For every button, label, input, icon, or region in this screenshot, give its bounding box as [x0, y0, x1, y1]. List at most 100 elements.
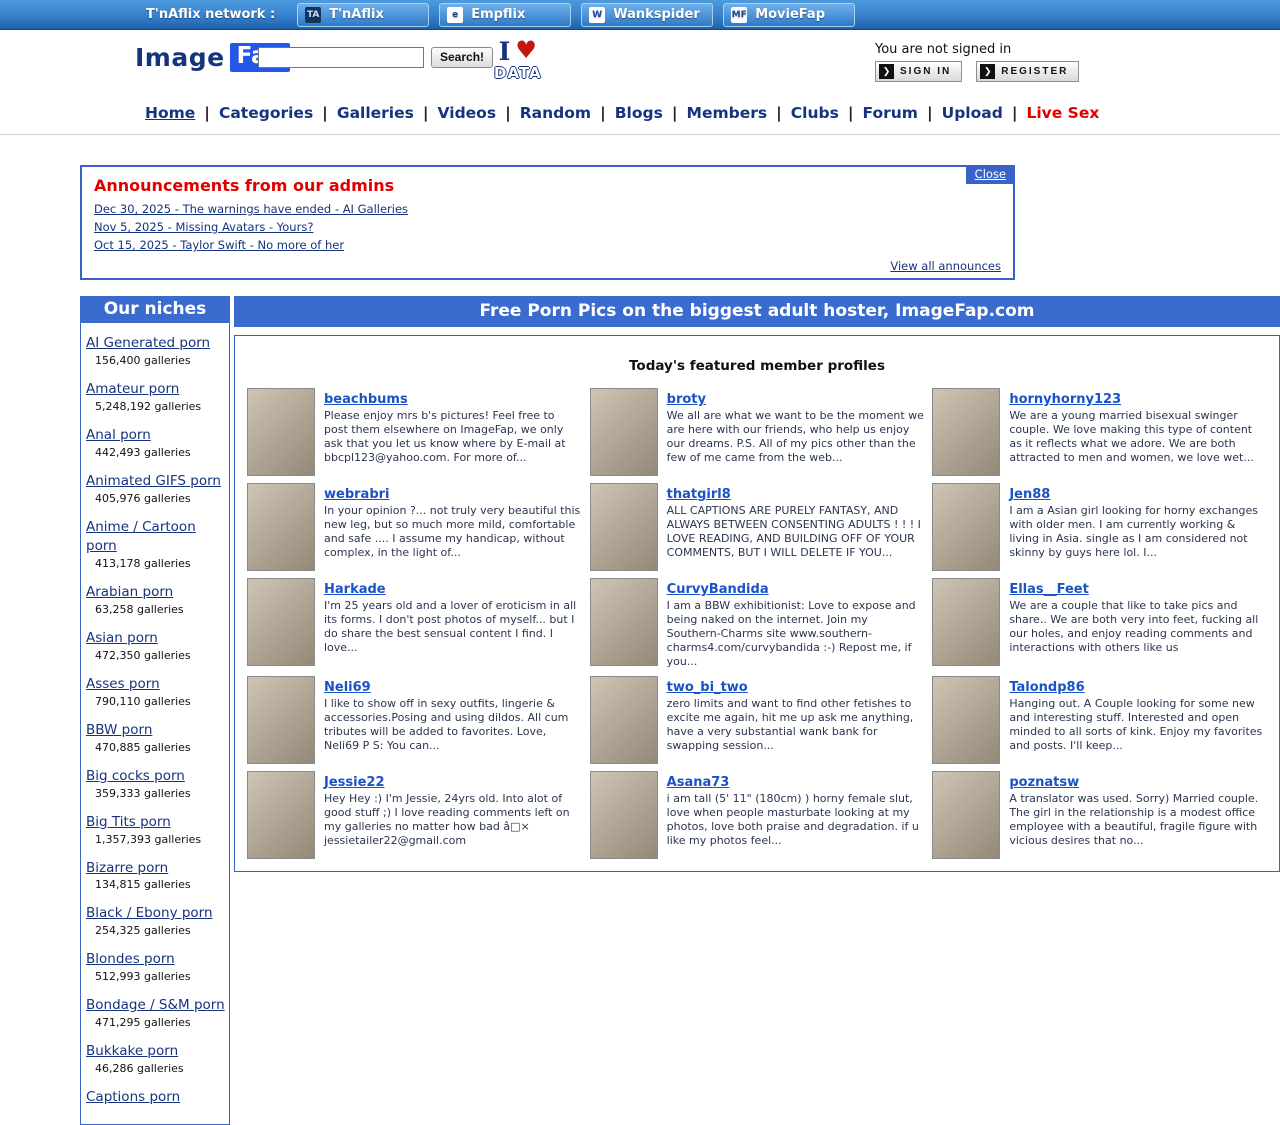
profile-card: two_bi_twozero limits and want to find o… [588, 674, 927, 766]
nav-upload[interactable]: Upload [918, 104, 1003, 122]
announcement-link[interactable]: Nov 5, 2025 - Missing Avatars - Yours? [94, 220, 313, 234]
niche-link[interactable]: Bondage / S&M porn [86, 997, 225, 1013]
niche-link[interactable]: Black / Ebony porn [86, 905, 213, 921]
profile-thumbnail[interactable] [247, 483, 315, 571]
nav-random[interactable]: Random [496, 104, 591, 122]
niche-count: 359,333 galleries [86, 787, 225, 800]
profile-username-link[interactable]: Jessie22 [324, 775, 385, 790]
profile-thumbnail[interactable] [590, 676, 658, 764]
niche-link[interactable]: Arabian porn [86, 584, 173, 600]
niche-count: 471,295 galleries [86, 1016, 225, 1029]
arrow-icon: ❯ [879, 64, 894, 79]
niche-item: BBW porn470,885 galleries [86, 719, 225, 754]
niche-item: Bizarre porn134,815 galleries [86, 857, 225, 892]
view-all-announces-link[interactable]: View all announces [890, 259, 1001, 273]
niche-link[interactable]: BBW porn [86, 722, 152, 738]
profile-username-link[interactable]: Neli69 [324, 680, 371, 695]
nav-categories[interactable]: Categories [195, 104, 313, 122]
niche-link[interactable]: Bizarre porn [86, 860, 168, 876]
niche-link[interactable]: Bukkake porn [86, 1043, 178, 1059]
nav-clubs[interactable]: Clubs [767, 104, 839, 122]
profile-thumbnail[interactable] [247, 578, 315, 666]
profile-username-link[interactable]: Talondp86 [1009, 680, 1084, 695]
main-nav: HomeCategoriesGalleriesVideosRandomBlogs… [0, 98, 1280, 135]
profile-username-link[interactable]: poznatsw [1009, 775, 1079, 790]
niche-link[interactable]: Anal porn [86, 427, 151, 443]
niche-link[interactable]: Anime / Cartoon porn [86, 519, 196, 555]
empflix-icon: e [447, 7, 463, 23]
nav-home[interactable]: Home [145, 104, 195, 122]
network-bar: T'nAflix network : TA T'nAflix e Empflix… [0, 0, 1280, 30]
network-link-moviefap[interactable]: MF MovieFap [723, 3, 855, 27]
niche-link[interactable]: Asses porn [86, 676, 160, 692]
profile-thumbnail[interactable] [247, 388, 315, 476]
logo-image-text: Image [135, 43, 225, 72]
profile-username-link[interactable]: thatgirl8 [667, 487, 731, 502]
profile-thumbnail[interactable] [932, 676, 1000, 764]
profile-username-link[interactable]: webrabri [324, 487, 390, 502]
profile-description: I'm 25 years old and a lover of eroticis… [324, 599, 582, 655]
profile-thumbnail[interactable] [932, 483, 1000, 571]
niche-link[interactable]: Asian porn [86, 630, 158, 646]
profile-card: poznatswA translator was used. Sorry) Ma… [930, 769, 1269, 861]
profile-username-link[interactable]: Harkade [324, 582, 386, 597]
niche-link[interactable]: Captions porn [86, 1089, 180, 1105]
network-link-label: Empflix [471, 7, 525, 22]
nav-live-sex[interactable]: Live Sex [1003, 104, 1100, 122]
main-banner: Free Porn Pics on the biggest adult host… [234, 296, 1280, 327]
profile-username-link[interactable]: beachbums [324, 392, 408, 407]
niche-link[interactable]: Blondes porn [86, 951, 175, 967]
profile-username-link[interactable]: two_bi_two [667, 680, 748, 695]
niche-link[interactable]: Big cocks porn [86, 768, 185, 784]
profile-description: i am tall (5' 11" (180cm) ) horny female… [667, 792, 925, 848]
nav-galleries[interactable]: Galleries [313, 104, 414, 122]
niche-link[interactable]: Amateur porn [86, 381, 179, 397]
niche-link[interactable]: Animated GIFS porn [86, 473, 221, 489]
niche-count: 405,976 galleries [86, 492, 225, 505]
profile-thumbnail[interactable] [247, 676, 315, 764]
network-link-empflix[interactable]: e Empflix [439, 3, 571, 27]
search-button[interactable]: Search! [431, 47, 493, 68]
nav-members[interactable]: Members [663, 104, 767, 122]
profile-description: In your opinion ?... not truly very beau… [324, 504, 582, 560]
profile-description: Please enjoy mrs b's pictures! Feel free… [324, 409, 582, 465]
profile-username-link[interactable]: Asana73 [667, 775, 730, 790]
search-input[interactable] [258, 47, 424, 68]
nav-videos[interactable]: Videos [414, 104, 496, 122]
profile-thumbnail[interactable] [590, 578, 658, 666]
profile-username-link[interactable]: CurvyBandida [667, 582, 769, 597]
profile-thumbnail[interactable] [932, 771, 1000, 859]
profile-thumbnail[interactable] [590, 771, 658, 859]
profile-username-link[interactable]: Ellas__Feet [1009, 582, 1089, 597]
arrow-icon: ❯ [980, 64, 995, 79]
profile-thumbnail[interactable] [932, 388, 1000, 476]
network-link-wankspider[interactable]: W Wankspider [581, 3, 713, 27]
network-link-tnaflix[interactable]: TA T'nAflix [297, 3, 429, 27]
profile-thumbnail[interactable] [590, 483, 658, 571]
register-button[interactable]: ❯ REGISTER [976, 61, 1079, 82]
niche-item: Big cocks porn 359,333 galleries [86, 765, 225, 800]
sign-in-button[interactable]: ❯ SIGN IN [875, 61, 962, 82]
announcements-close-button[interactable]: Close [966, 165, 1015, 184]
nav-forum[interactable]: Forum [839, 104, 918, 122]
niche-link[interactable]: AI Generated porn [86, 335, 210, 351]
profile-thumbnail[interactable] [247, 771, 315, 859]
profile-thumbnail[interactable] [932, 578, 1000, 666]
profile-username-link[interactable]: hornyhorny123 [1009, 392, 1121, 407]
niche-item: Animated GIFS porn 405,976 galleries [86, 470, 225, 505]
i-love-data-i: I [499, 37, 511, 66]
niche-link[interactable]: Big Tits porn [86, 814, 171, 830]
network-link-label: T'nAflix [329, 7, 384, 22]
profile-thumbnail[interactable] [590, 388, 658, 476]
profile-card: brotyWe all are what we want to be the m… [588, 386, 927, 478]
profile-username-link[interactable]: Jen88 [1009, 487, 1050, 502]
announcement-link[interactable]: Oct 15, 2025 - Taylor Swift - No more of… [94, 238, 344, 252]
nav-blogs[interactable]: Blogs [591, 104, 663, 122]
profile-description: ALL CAPTIONS ARE PURELY FANTASY, AND ALW… [667, 504, 925, 560]
profile-username-link[interactable]: broty [667, 392, 706, 407]
niche-item: Asses porn790,110 galleries [86, 673, 225, 708]
niches-title: Our niches [80, 296, 230, 323]
niche-count: 472,350 galleries [86, 649, 225, 662]
announcement-link[interactable]: Dec 30, 2025 - The warnings have ended -… [94, 202, 408, 216]
niche-count: 156,400 galleries [86, 354, 225, 367]
